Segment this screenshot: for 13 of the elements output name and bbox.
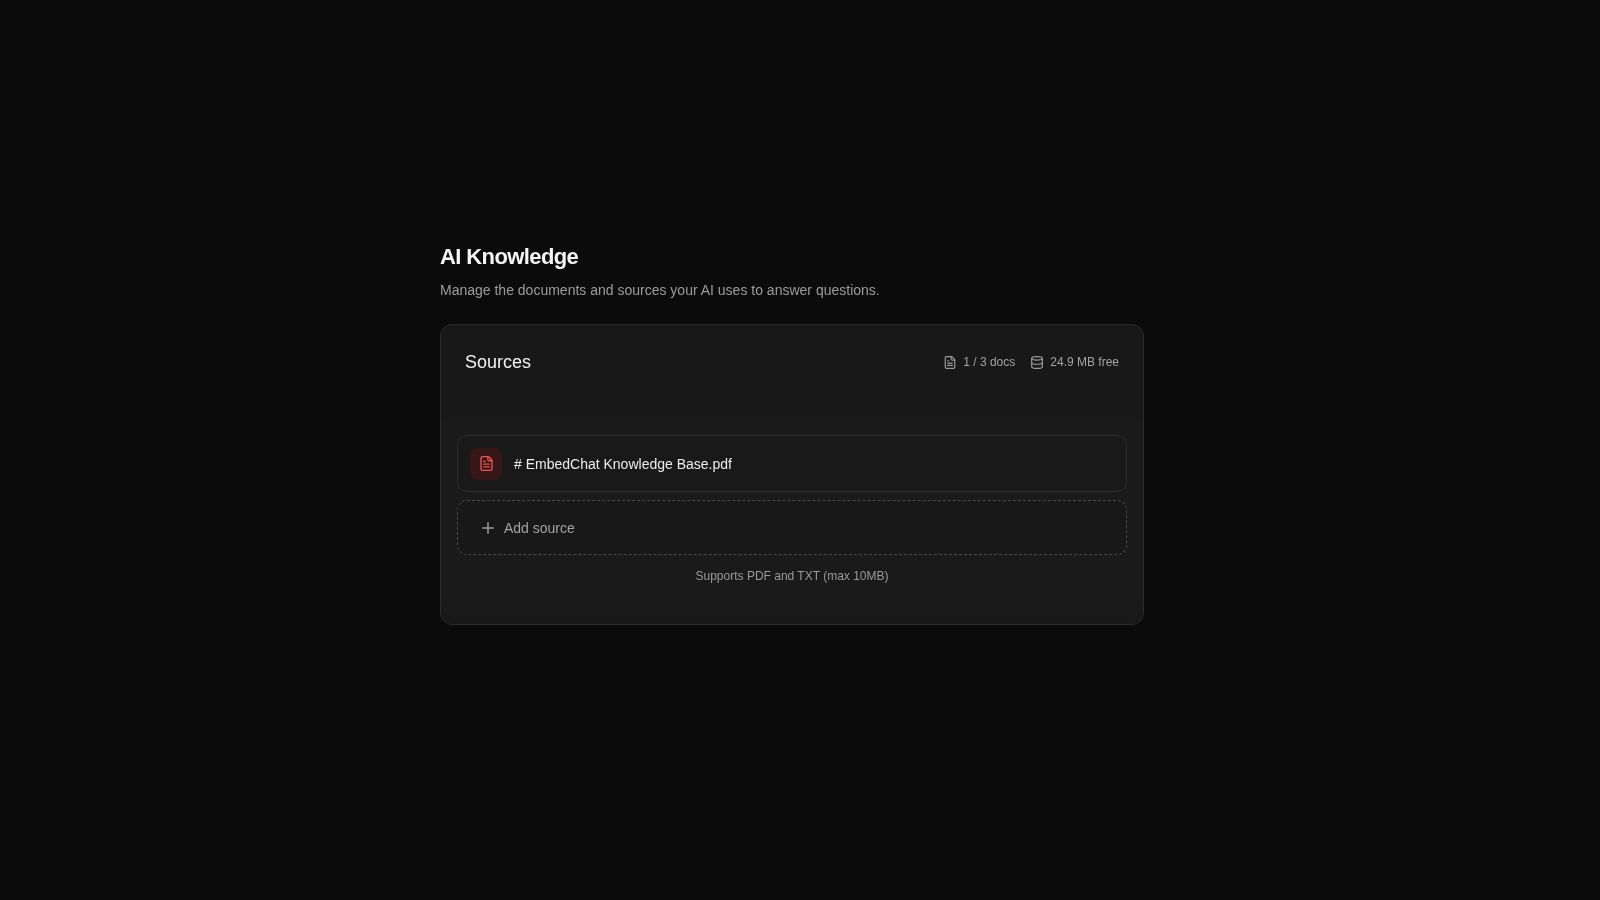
page-description: Manage the documents and sources your AI uses to answer questions.: [440, 281, 880, 300]
document-icon: [944, 355, 957, 369]
page-title: AI Knowledge: [440, 243, 579, 271]
add-source-button[interactable]: Add source: [457, 500, 1127, 555]
document-icon: [470, 447, 502, 480]
file-name: # EmbedChat Knowledge Base.pdf: [514, 454, 732, 474]
stat-text: 1 / 3 docs: [963, 354, 1016, 370]
card-title: Sources: [465, 351, 532, 374]
source-item[interactable]: # EmbedChat Knowledge Base.pdf: [457, 435, 1127, 492]
plus-icon: [482, 521, 494, 534]
upload-hint: Supports PDF and TXT (max 10MB): [695, 568, 889, 584]
database-icon: [1031, 355, 1044, 369]
stat-text: 24.9 MB free: [1050, 354, 1119, 370]
